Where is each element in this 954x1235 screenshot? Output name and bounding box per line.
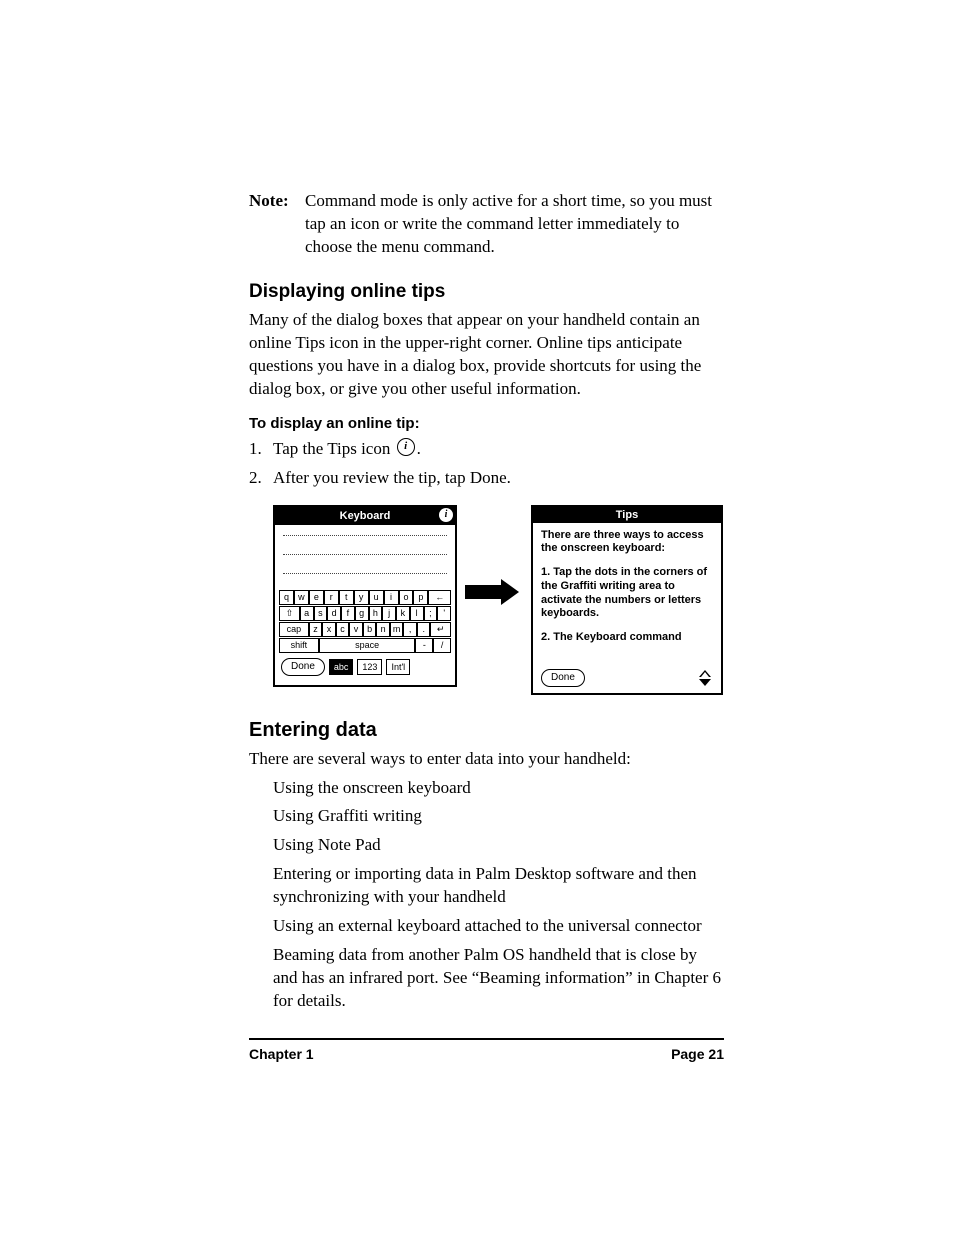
figure-row: Keyboard i q w e r t y u i: [249, 505, 724, 695]
space-key: space: [319, 638, 416, 653]
key: w: [294, 590, 309, 605]
step-1: 1. Tap the Tips icon .: [249, 436, 724, 462]
step-number: 1.: [249, 436, 273, 462]
tips-text: 2. The Keyboard command: [541, 631, 713, 645]
key: ⇧: [279, 606, 300, 621]
key: q: [279, 590, 294, 605]
key: n: [376, 622, 390, 637]
key: ;: [424, 606, 438, 621]
key: .: [417, 622, 431, 637]
key: d: [327, 606, 341, 621]
tips-text: 1. Tap the dots in the corners of the Gr…: [541, 566, 713, 621]
heading-displaying-online-tips: Displaying online tips: [249, 281, 724, 303]
info-icon: i: [439, 508, 453, 522]
key: t: [339, 590, 354, 605]
keyboard-keys: q w e r t y u i o p ← ⇧ a: [275, 590, 455, 653]
key: y: [354, 590, 369, 605]
subheading-to-display: To display an online tip:: [249, 415, 724, 432]
list-item: Using Graffiti writing: [273, 805, 724, 828]
step1-text-a: Tap the Tips icon: [273, 439, 395, 458]
key: k: [396, 606, 410, 621]
shift-key: shift: [279, 638, 319, 653]
key: u: [369, 590, 384, 605]
key: s: [314, 606, 328, 621]
tips-title: Tips: [533, 507, 721, 523]
key: /: [433, 638, 451, 653]
keyboard-footer: Done abc 123 Int'l: [275, 654, 455, 676]
keyboard-title-text: Keyboard: [340, 510, 391, 522]
step1-text-b: .: [417, 439, 421, 458]
num-tab: 123: [357, 659, 382, 675]
abc-tab: abc: [329, 659, 354, 675]
step-text: Tap the Tips icon .: [273, 436, 724, 462]
key: h: [369, 606, 383, 621]
key: v: [349, 622, 363, 637]
key: j: [382, 606, 396, 621]
figure-keyboard-dialog: Keyboard i q w e r t y u i: [273, 505, 457, 687]
done-button: Done: [281, 658, 325, 676]
key: l: [410, 606, 424, 621]
page-footer: Chapter 1 Page 21: [249, 1046, 724, 1062]
key: b: [363, 622, 377, 637]
keyboard-text-area: [275, 525, 455, 590]
list-item: Beaming data from another Palm OS handhe…: [273, 944, 724, 1013]
footer-right: Page 21: [671, 1046, 724, 1062]
key: o: [399, 590, 414, 605]
tips-icon: [397, 438, 415, 456]
key: -: [415, 638, 433, 653]
key: c: [336, 622, 350, 637]
return-key: ↵: [430, 622, 450, 637]
heading-entering-data: Entering data: [249, 719, 724, 742]
tips-body: There are three ways to access the onscr…: [533, 523, 721, 645]
key: f: [341, 606, 355, 621]
key: g: [355, 606, 369, 621]
cap-key: cap: [279, 622, 309, 637]
tips-paragraph: Many of the dialog boxes that appear on …: [249, 309, 724, 401]
key: r: [324, 590, 339, 605]
key: ,: [403, 622, 417, 637]
scroll-arrows-icon: [699, 670, 713, 686]
entering-intro: There are several ways to enter data int…: [249, 748, 724, 771]
key: z: [309, 622, 323, 637]
arrow-icon: [465, 579, 519, 605]
list-item: Entering or importing data in Palm Deskt…: [273, 863, 724, 909]
key: m: [390, 622, 404, 637]
key: p: [413, 590, 428, 605]
footer-left: Chapter 1: [249, 1046, 314, 1062]
list-item: Using an external keyboard attached to t…: [273, 915, 724, 938]
done-button: Done: [541, 669, 585, 687]
step-2: 2. After you review the tip, tap Done.: [249, 465, 724, 491]
key: i: [384, 590, 399, 605]
figure-tips-dialog: Tips There are three ways to access the …: [531, 505, 723, 695]
step-number: 2.: [249, 465, 273, 491]
list-item: Using Note Pad: [273, 834, 724, 857]
note-label: Note:: [249, 190, 305, 259]
key: a: [300, 606, 314, 621]
key: x: [322, 622, 336, 637]
key: ': [437, 606, 451, 621]
note-block: Note: Command mode is only active for a …: [249, 190, 724, 259]
list-item: Using the onscreen keyboard: [273, 777, 724, 800]
footer-rule: [249, 1038, 724, 1040]
tips-text: There are three ways to access the onscr…: [541, 529, 713, 557]
keyboard-title: Keyboard i: [275, 507, 455, 525]
note-body: Command mode is only active for a short …: [305, 190, 724, 259]
step-text: After you review the tip, tap Done.: [273, 465, 724, 491]
intl-tab: Int'l: [386, 659, 410, 675]
backspace-key: ←: [428, 590, 451, 605]
key: e: [309, 590, 324, 605]
